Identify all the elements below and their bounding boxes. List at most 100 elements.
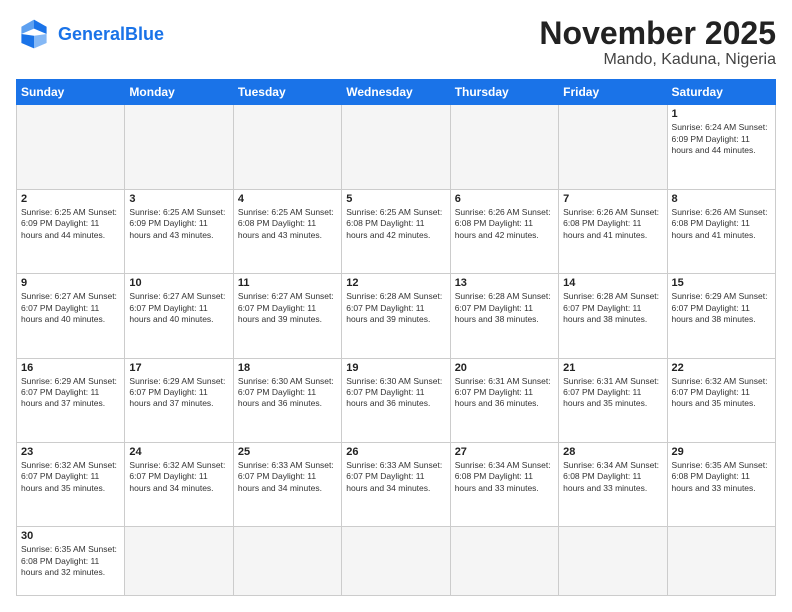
day-info: Sunrise: 6:29 AM Sunset: 6:07 PM Dayligh… (21, 376, 120, 410)
calendar-cell: 22Sunrise: 6:32 AM Sunset: 6:07 PM Dayli… (667, 358, 775, 442)
day-header-friday: Friday (559, 80, 667, 105)
day-info: Sunrise: 6:27 AM Sunset: 6:07 PM Dayligh… (21, 291, 120, 325)
day-number: 8 (672, 193, 771, 205)
calendar-cell (233, 527, 341, 596)
calendar-cell (559, 105, 667, 189)
day-info: Sunrise: 6:25 AM Sunset: 6:09 PM Dayligh… (21, 207, 120, 241)
calendar-cell (17, 105, 125, 189)
calendar-row-4: 23 Sunrise: 6:32 AM Sunset: 6:07 PM Dayli… (17, 443, 776, 527)
location-title: Mando, Kaduna, Nigeria (539, 51, 776, 69)
day-number: 11 (238, 277, 337, 289)
calendar-cell (342, 105, 450, 189)
calendar-cell: 19Sunrise: 6:30 AM Sunset: 6:07 PM Dayli… (342, 358, 450, 442)
logo-text: GeneralBlue (58, 25, 164, 43)
calendar-cell (125, 105, 233, 189)
day-info: Sunrise: 6:31 AM Sunset: 6:07 PM Dayligh… (563, 376, 662, 410)
calendar-row-3: 16 Sunrise: 6:29 AM Sunset: 6:07 PM Dayli… (17, 358, 776, 442)
day-header-wednesday: Wednesday (342, 80, 450, 105)
calendar-row-1: 2 Sunrise: 6:25 AM Sunset: 6:09 PM Daylig… (17, 189, 776, 273)
calendar-cell: 5 Sunrise: 6:25 AM Sunset: 6:08 PM Daylig… (342, 189, 450, 273)
day-number: 5 (346, 193, 445, 205)
calendar-cell (450, 527, 558, 596)
day-number: 6 (455, 193, 554, 205)
calendar-cell (233, 105, 341, 189)
day-number: 10 (129, 277, 228, 289)
calendar-cell: 29 Sunrise: 6:35 AM Sunset: 6:08 PM Dayli… (667, 443, 775, 527)
day-header-thursday: Thursday (450, 80, 558, 105)
day-number: 2 (21, 193, 120, 205)
day-number: 4 (238, 193, 337, 205)
day-info: Sunrise: 6:25 AM Sunset: 6:08 PM Dayligh… (346, 207, 445, 241)
day-number: 21 (563, 362, 662, 374)
day-info: Sunrise: 6:26 AM Sunset: 6:08 PM Dayligh… (455, 207, 554, 241)
day-info: Sunrise: 6:27 AM Sunset: 6:07 PM Dayligh… (238, 291, 337, 325)
calendar-cell: 23Sunrise: 6:32 AM Sunset: 6:07 PM Dayli… (17, 443, 125, 527)
day-info: Sunrise: 6:32 AM Sunset: 6:07 PM Dayligh… (129, 460, 228, 494)
calendar-header-row: SundayMondayTuesdayWednesdayThursdayFrid… (17, 80, 776, 105)
day-number: 14 (563, 277, 662, 289)
calendar-cell (342, 527, 450, 596)
calendar-cell: 25Sunrise: 6:33 AM Sunset: 6:07 PM Dayli… (233, 443, 341, 527)
calendar-cell: 14 Sunrise: 6:28 AM Sunset: 6:07 PM Dayli… (559, 274, 667, 358)
day-info: Sunrise: 6:31 AM Sunset: 6:07 PM Dayligh… (455, 376, 554, 410)
calendar-cell: 30 Sunrise: 6:35 AM Sunset: 6:08 PM Dayli… (17, 527, 125, 596)
calendar-cell: 11 Sunrise: 6:27 AM Sunset: 6:07 PM Dayli… (233, 274, 341, 358)
day-info: Sunrise: 6:35 AM Sunset: 6:08 PM Dayligh… (672, 460, 771, 494)
calendar-cell: 2 Sunrise: 6:25 AM Sunset: 6:09 PM Daylig… (17, 189, 125, 273)
day-number: 28 (563, 446, 662, 458)
day-number: 3 (129, 193, 228, 205)
calendar-cell (125, 527, 233, 596)
day-number: 19 (346, 362, 445, 374)
day-info: Sunrise: 6:29 AM Sunset: 6:07 PM Dayligh… (672, 291, 771, 325)
day-number: 16 (21, 362, 120, 374)
day-number: 24 (129, 446, 228, 458)
day-info: Sunrise: 6:26 AM Sunset: 6:08 PM Dayligh… (563, 207, 662, 241)
month-title: November 2025 (539, 16, 776, 51)
logo: GeneralBlue (16, 16, 164, 52)
calendar-cell: 1 Sunrise: 6:24 AM Sunset: 6:09 PM Daylig… (667, 105, 775, 189)
day-info: Sunrise: 6:34 AM Sunset: 6:08 PM Dayligh… (563, 460, 662, 494)
page: GeneralBlue November 2025 Mando, Kaduna,… (0, 0, 792, 612)
day-info: Sunrise: 6:28 AM Sunset: 6:07 PM Dayligh… (455, 291, 554, 325)
day-info: Sunrise: 6:29 AM Sunset: 6:07 PM Dayligh… (129, 376, 228, 410)
calendar-cell (667, 527, 775, 596)
day-number: 7 (563, 193, 662, 205)
calendar-cell: 9 Sunrise: 6:27 AM Sunset: 6:07 PM Daylig… (17, 274, 125, 358)
calendar-cell: 4 Sunrise: 6:25 AM Sunset: 6:08 PM Daylig… (233, 189, 341, 273)
calendar-row-2: 9 Sunrise: 6:27 AM Sunset: 6:07 PM Daylig… (17, 274, 776, 358)
day-number: 9 (21, 277, 120, 289)
calendar-cell: 8Sunrise: 6:26 AM Sunset: 6:08 PM Daylig… (667, 189, 775, 273)
day-info: Sunrise: 6:24 AM Sunset: 6:09 PM Dayligh… (672, 122, 771, 156)
day-number: 29 (672, 446, 771, 458)
day-number: 25 (238, 446, 337, 458)
day-number: 30 (21, 530, 120, 542)
calendar-cell (450, 105, 558, 189)
day-info: Sunrise: 6:28 AM Sunset: 6:07 PM Dayligh… (563, 291, 662, 325)
day-number: 27 (455, 446, 554, 458)
day-info: Sunrise: 6:28 AM Sunset: 6:07 PM Dayligh… (346, 291, 445, 325)
day-info: Sunrise: 6:34 AM Sunset: 6:08 PM Dayligh… (455, 460, 554, 494)
day-info: Sunrise: 6:35 AM Sunset: 6:08 PM Dayligh… (21, 544, 120, 578)
logo-icon (16, 16, 52, 52)
day-info: Sunrise: 6:27 AM Sunset: 6:07 PM Dayligh… (129, 291, 228, 325)
calendar-cell: 18Sunrise: 6:30 AM Sunset: 6:07 PM Dayli… (233, 358, 341, 442)
calendar-cell: 21 Sunrise: 6:31 AM Sunset: 6:07 PM Dayli… (559, 358, 667, 442)
day-header-saturday: Saturday (667, 80, 775, 105)
calendar-cell: 24 Sunrise: 6:32 AM Sunset: 6:07 PM Dayli… (125, 443, 233, 527)
day-header-monday: Monday (125, 80, 233, 105)
calendar-cell: 17 Sunrise: 6:29 AM Sunset: 6:07 PM Dayli… (125, 358, 233, 442)
calendar-row-0: 1 Sunrise: 6:24 AM Sunset: 6:09 PM Daylig… (17, 105, 776, 189)
day-number: 23 (21, 446, 120, 458)
day-number: 17 (129, 362, 228, 374)
calendar-cell: 15Sunrise: 6:29 AM Sunset: 6:07 PM Dayli… (667, 274, 775, 358)
day-number: 12 (346, 277, 445, 289)
day-info: Sunrise: 6:25 AM Sunset: 6:08 PM Dayligh… (238, 207, 337, 241)
day-number: 1 (672, 108, 771, 120)
calendar-cell: 10 Sunrise: 6:27 AM Sunset: 6:07 PM Dayli… (125, 274, 233, 358)
calendar-cell: 3Sunrise: 6:25 AM Sunset: 6:09 PM Daylig… (125, 189, 233, 273)
day-info: Sunrise: 6:32 AM Sunset: 6:07 PM Dayligh… (672, 376, 771, 410)
calendar-cell: 26Sunrise: 6:33 AM Sunset: 6:07 PM Dayli… (342, 443, 450, 527)
day-number: 18 (238, 362, 337, 374)
day-number: 20 (455, 362, 554, 374)
day-number: 26 (346, 446, 445, 458)
